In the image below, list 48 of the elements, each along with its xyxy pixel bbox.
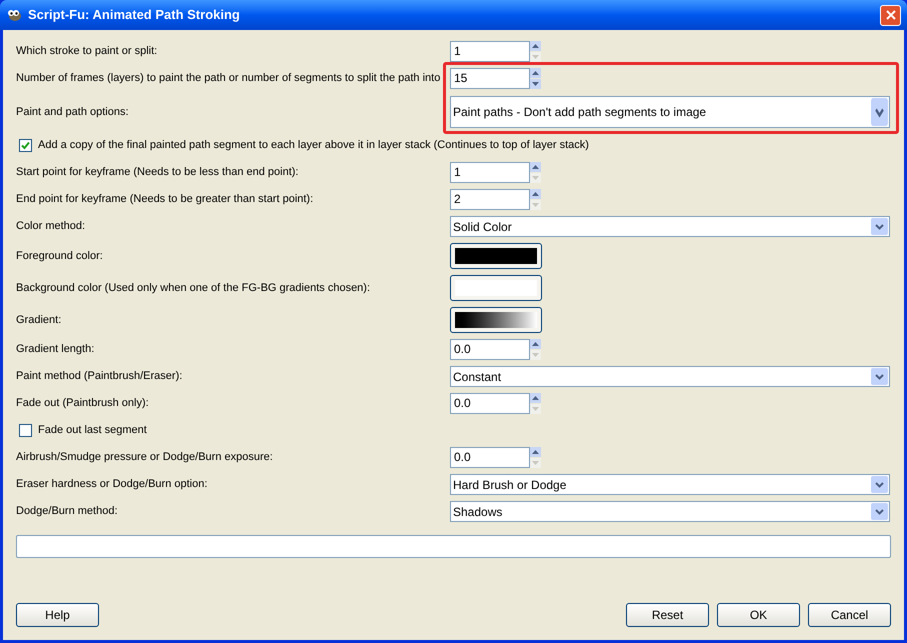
dialog-button[interactable]: Cancel [808, 603, 891, 627]
number-field[interactable]: 0.0 [450, 447, 530, 468]
checkbox[interactable] [19, 424, 32, 437]
field-label: Gradient: [16, 312, 62, 328]
close-button[interactable] [880, 4, 901, 26]
field-label: Number of frames (layers) to paint the path or number of segments to split the path into [16, 71, 442, 86]
color-button[interactable] [450, 275, 542, 301]
dialog-button[interactable]: OK [717, 603, 800, 627]
number-field[interactable]: 0.0 [450, 339, 530, 360]
checkbox-label: Add a copy of the final painted path segment to each layer above it in layer stack (Continues to top of layer stack) [38, 138, 589, 154]
field-label: Gradient length: [16, 342, 96, 358]
number-field[interactable]: 15 [450, 68, 530, 89]
color-button[interactable] [450, 243, 542, 269]
number-field[interactable]: 2 [450, 189, 530, 210]
chevron-down-icon [871, 368, 888, 385]
dropdown[interactable]: Shadows [450, 501, 890, 522]
spin-arrows-icon[interactable] [530, 68, 541, 89]
chevron-down-icon [871, 476, 888, 493]
dropdown[interactable]: Constant [450, 366, 890, 387]
dropdown[interactable]: Hard Brush or Dodge [450, 474, 890, 495]
window-title: Script-Fu: Animated Path Stroking [28, 6, 241, 24]
field-label: Paint and path options: [16, 104, 130, 120]
dialog-button[interactable]: Help [16, 603, 99, 627]
field-label: Background color (Used only when one of the FG-BG gradients chosen): [16, 280, 372, 296]
chevron-down-icon [871, 503, 888, 520]
number-field[interactable]: 0.0 [450, 393, 530, 414]
field-label: Foreground color: [16, 248, 104, 264]
field-label: Airbrush/Smudge pressure or Dodge/Burn exposure: [16, 450, 274, 466]
field-label: Start point for keyframe (Needs to be less than end point): [16, 165, 300, 180]
chevron-down-icon [871, 98, 888, 126]
checkbox[interactable] [19, 139, 32, 152]
field-label: Fade out (Paintbrush only): [16, 396, 150, 412]
number-field[interactable]: 1 [450, 41, 530, 62]
field-label: Which stroke to paint or split: [16, 44, 158, 60]
field-label: Color method: [16, 219, 86, 234]
checkbox-label: Fade out last segment [38, 423, 147, 438]
number-field[interactable]: 1 [450, 162, 530, 183]
dropdown[interactable]: Solid Color [450, 216, 890, 237]
app-icon [6, 8, 22, 22]
field-label: Dodge/Burn method: [16, 504, 119, 520]
field-label: Paint method (Paintbrush/Eraser): [16, 369, 184, 384]
close-icon [886, 10, 896, 20]
chevron-down-icon [871, 218, 888, 235]
field-label: Eraser hardness or Dodge/Burn option: [16, 477, 208, 492]
dialog-button[interactable]: Reset [626, 603, 709, 627]
gradient-button[interactable] [450, 307, 542, 333]
field-label: End point for keyframe (Needs to be greater than start point): [16, 192, 314, 208]
dropdown[interactable]: Paint paths - Don't add path segments to image [450, 96, 890, 128]
